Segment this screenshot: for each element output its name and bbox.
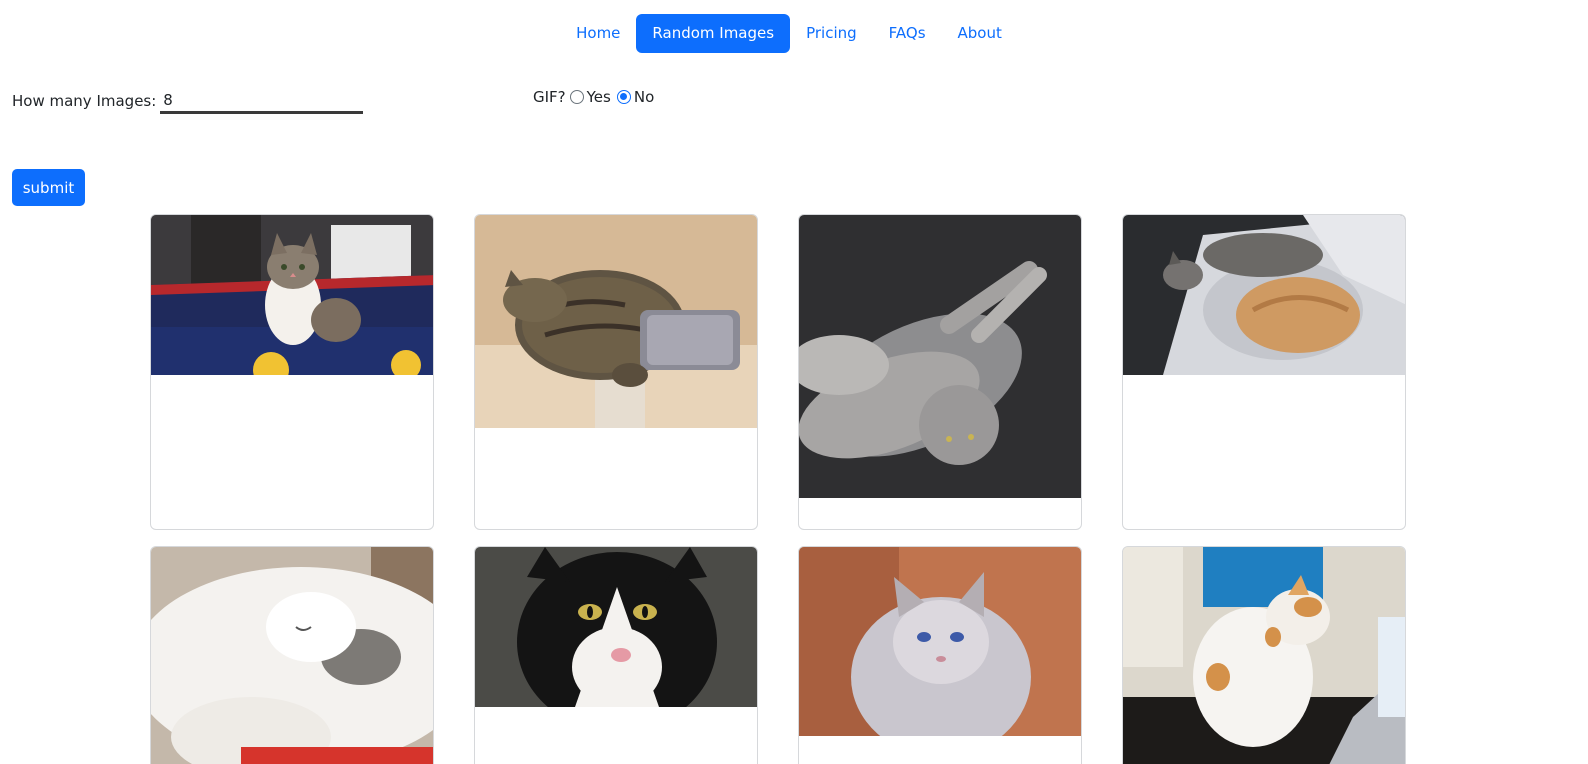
nav-random-images[interactable]: Random Images	[636, 14, 791, 53]
image-card	[1122, 546, 1406, 764]
cat-in-box-image	[151, 215, 433, 375]
ragdoll-cat-image	[799, 547, 1081, 736]
image-count-label: How many Images:	[12, 92, 157, 110]
image-count-group: How many Images:	[12, 88, 364, 114]
nav-about[interactable]: About	[942, 14, 1018, 53]
gif-yes-label[interactable]: Yes	[587, 88, 611, 106]
nav-home[interactable]: Home	[560, 14, 636, 53]
white-cat-sleeping-image	[151, 547, 433, 764]
cat-photo[interactable]	[1123, 547, 1405, 764]
image-card	[474, 546, 758, 764]
submit-button[interactable]: submit	[12, 169, 85, 206]
cat-photo[interactable]	[475, 547, 757, 707]
black-white-cat-image	[475, 547, 757, 707]
cat-photo[interactable]	[151, 215, 433, 375]
nav-list: Home Random Images Pricing FAQs About	[560, 14, 1018, 53]
gif-option-group: GIF? Yes No	[533, 88, 654, 106]
cat-near-laptop-image	[1123, 547, 1405, 764]
image-card	[1122, 214, 1406, 530]
main-nav: Home Random Images Pricing FAQs About	[0, 14, 1588, 53]
gif-label: GIF?	[533, 88, 566, 106]
gif-no-radio[interactable]	[616, 90, 631, 104]
cat-photo[interactable]	[151, 547, 433, 764]
cat-on-perch-image	[475, 215, 757, 428]
cat-photo[interactable]	[799, 547, 1081, 736]
image-card	[150, 214, 434, 530]
image-card	[798, 214, 1082, 530]
cat-photo[interactable]	[475, 215, 757, 428]
grey-cat-on-carpet-image	[799, 215, 1081, 498]
gif-no-label[interactable]: No	[634, 88, 654, 106]
nav-faqs[interactable]: FAQs	[873, 14, 942, 53]
image-count-input[interactable]	[160, 88, 364, 114]
nav-pricing[interactable]: Pricing	[790, 14, 873, 53]
image-card	[150, 546, 434, 764]
cats-on-bed-image	[1123, 215, 1405, 375]
cat-photo[interactable]	[799, 215, 1081, 498]
image-card	[798, 546, 1082, 764]
image-card	[474, 214, 758, 530]
gif-yes-radio[interactable]	[569, 90, 584, 104]
cat-photo[interactable]	[1123, 215, 1405, 375]
